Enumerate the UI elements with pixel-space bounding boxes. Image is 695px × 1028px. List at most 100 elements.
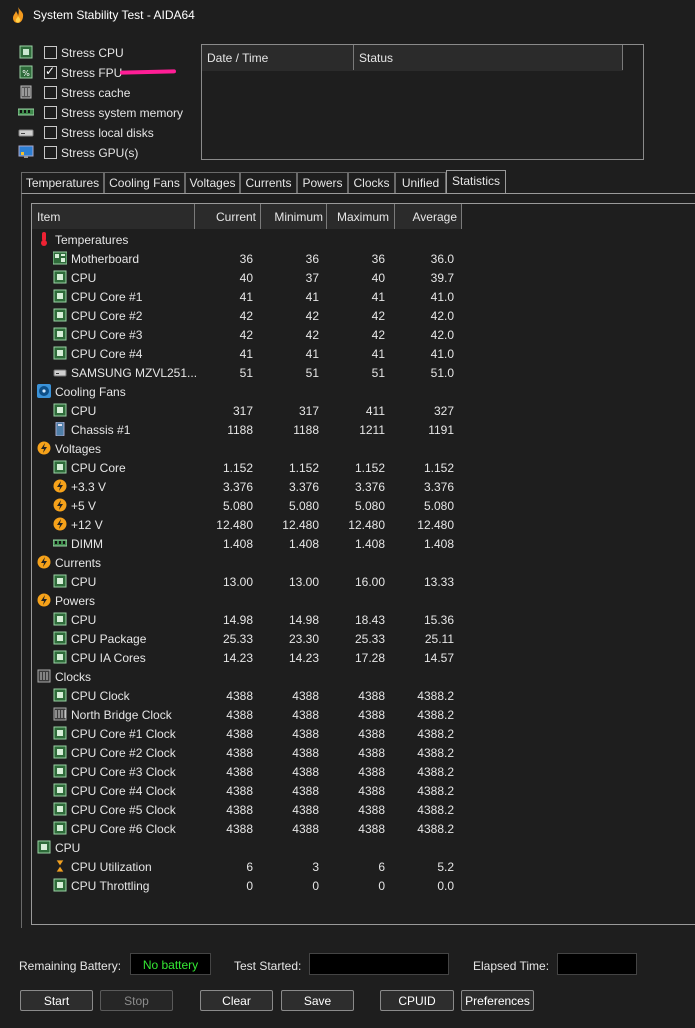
table-row[interactable]: CPU Core #6 Clock 4388 4388 4388 4388.2	[32, 819, 472, 838]
log-col-separator	[353, 45, 354, 70]
table-row[interactable]: CPU 317 317 411 327	[32, 401, 472, 420]
stress-cache-checkbox[interactable]	[44, 86, 57, 99]
stress-cache-option[interactable]: Stress cache	[18, 83, 198, 103]
cpuid-button[interactable]: CPUID	[380, 990, 454, 1011]
stress-gpu-option[interactable]: Stress GPU(s)	[18, 143, 198, 163]
col-item[interactable]: Item	[37, 210, 60, 224]
table-row[interactable]: CPU IA Cores 14.23 14.23 17.28 14.57	[32, 648, 472, 667]
table-row[interactable]: DIMM 1.408 1.408 1.408 1.408	[32, 534, 472, 553]
table-row[interactable]: CPU Core #2 42 42 42 42.0	[32, 306, 472, 325]
tab-voltages[interactable]: Voltages	[185, 172, 240, 193]
stress-cache-label: Stress cache	[61, 86, 131, 100]
save-button[interactable]: Save	[281, 990, 354, 1011]
table-row[interactable]: +12 V 12.480 12.480 12.480 12.480	[32, 515, 472, 534]
col-maximum[interactable]: Maximum	[328, 210, 389, 224]
table-row[interactable]: CPU Utilization 6 3 6 5.2	[32, 857, 472, 876]
chassis-icon	[53, 421, 67, 437]
table-row[interactable]: CPU Core #3 Clock 4388 4388 4388 4388.2	[32, 762, 472, 781]
cell-current: 4388	[226, 746, 253, 760]
table-row[interactable]: Motherboard 36 36 36 36.0	[32, 249, 472, 268]
table-row[interactable]: CPU Package 25.33 23.30 25.33 25.11	[32, 629, 472, 648]
chip-icon	[53, 403, 67, 417]
col-current[interactable]: Current	[196, 210, 256, 224]
table-row[interactable]: SAMSUNG MZVL251... 51 51 51 51.0	[32, 363, 472, 382]
stress-memory-checkbox[interactable]	[44, 106, 57, 119]
stop-button[interactable]: Stop	[100, 990, 173, 1011]
battery-value: No battery	[130, 953, 211, 975]
stress-cpu-option[interactable]: Stress CPU	[18, 43, 198, 63]
cell-average: 4388.2	[417, 727, 454, 741]
chip-icon	[53, 308, 67, 322]
cell-minimum: 3	[312, 860, 319, 874]
table-row[interactable]: Chassis #1 1188 1188 1211 1191	[32, 420, 472, 439]
table-row[interactable]: CPU Clock 4388 4388 4388 4388.2	[32, 686, 472, 705]
group-row[interactable]: Temperatures	[32, 230, 472, 249]
preferences-button[interactable]: Preferences	[461, 990, 534, 1011]
stress-cpu-checkbox[interactable]	[44, 46, 57, 59]
clear-button[interactable]: Clear	[200, 990, 273, 1011]
row-label: Currents	[55, 556, 102, 570]
table-row[interactable]: CPU Core #5 Clock 4388 4388 4388 4388.2	[32, 800, 472, 819]
table-row[interactable]: CPU Core #4 41 41 41 41.0	[32, 344, 472, 363]
window-title: System Stability Test - AIDA64	[33, 8, 195, 22]
tab-powers[interactable]: Powers	[297, 172, 348, 193]
table-row[interactable]: CPU 40 37 40 39.7	[32, 268, 472, 287]
event-log[interactable]: Date / Time Status	[201, 44, 644, 160]
cell-current: 42	[239, 328, 253, 342]
col-minimum[interactable]: Minimum	[262, 210, 323, 224]
log-col-status[interactable]: Status	[359, 51, 393, 65]
table-row[interactable]: CPU Throttling 0 0 0 0.0	[32, 876, 472, 895]
tab-cooling-fans[interactable]: Cooling Fans	[104, 172, 185, 193]
cell-average: 15.36	[423, 613, 454, 627]
stress-disks-checkbox[interactable]	[44, 126, 57, 139]
statistics-header: Item Current Minimum Maximum Average	[32, 204, 462, 229]
table-row[interactable]: CPU Core #4 Clock 4388 4388 4388 4388.2	[32, 781, 472, 800]
stress-fpu-checkbox[interactable]	[44, 64, 57, 79]
group-row[interactable]: Cooling Fans	[32, 382, 472, 401]
cache-icon	[20, 85, 32, 99]
tab-temperatures[interactable]: Temperatures	[21, 172, 104, 193]
voltage-icon	[37, 593, 51, 607]
tab-statistics[interactable]: Statistics	[446, 170, 506, 194]
cell-maximum: 4388	[358, 727, 385, 741]
log-col-datetime[interactable]: Date / Time	[207, 51, 268, 65]
test-started-value	[309, 953, 449, 975]
row-label: CPU	[71, 575, 97, 589]
group-row[interactable]: Clocks	[32, 667, 472, 686]
table-row[interactable]: CPU 14.98 14.98 18.43 15.36	[32, 610, 472, 629]
table-row[interactable]: +5 V 5.080 5.080 5.080 5.080	[32, 496, 472, 515]
table-row[interactable]: CPU 13.00 13.00 16.00 13.33	[32, 572, 472, 591]
cell-minimum: 12.480	[282, 518, 319, 532]
tab-clocks[interactable]: Clocks	[348, 172, 395, 193]
statistics-table[interactable]: Item Current Minimum Maximum Average Tem…	[31, 203, 695, 925]
cell-maximum: 16.00	[354, 575, 385, 589]
hourglass-icon	[53, 859, 67, 873]
group-row[interactable]: Currents	[32, 553, 472, 572]
cell-current: 317	[232, 404, 253, 418]
cell-current: 40	[239, 271, 253, 285]
row-label: CPU Utilization	[71, 860, 152, 874]
table-row[interactable]: North Bridge Clock 4388 4388 4388 4388.2	[32, 705, 472, 724]
group-row[interactable]: CPU	[32, 838, 472, 857]
stress-disks-option[interactable]: Stress local disks	[18, 123, 198, 143]
table-row[interactable]: CPU Core #2 Clock 4388 4388 4388 4388.2	[32, 743, 472, 762]
group-row[interactable]: Voltages	[32, 439, 472, 458]
cell-current: 1.408	[222, 537, 253, 551]
table-row[interactable]: CPU Core 1.152 1.152 1.152 1.152	[32, 458, 472, 477]
table-row[interactable]: CPU Core #1 41 41 41 41.0	[32, 287, 472, 306]
table-row[interactable]: CPU Core #3 42 42 42 42.0	[32, 325, 472, 344]
stress-gpu-checkbox[interactable]	[44, 146, 57, 159]
cell-maximum: 40	[371, 271, 385, 285]
chip-icon	[53, 783, 67, 797]
tab-unified[interactable]: Unified	[395, 172, 446, 193]
chip-icon	[53, 612, 67, 626]
table-row[interactable]: +3.3 V 3.376 3.376 3.376 3.376	[32, 477, 472, 496]
col-average[interactable]: Average	[396, 210, 457, 224]
table-row[interactable]: CPU Core #1 Clock 4388 4388 4388 4388.2	[32, 724, 472, 743]
stress-memory-option[interactable]: Stress system memory	[18, 103, 198, 123]
group-row[interactable]: Powers	[32, 591, 472, 610]
tab-currents[interactable]: Currents	[240, 172, 297, 193]
cell-minimum: 4388	[292, 708, 319, 722]
start-button[interactable]: Start	[20, 990, 93, 1011]
cell-average: 5.2	[437, 860, 454, 874]
